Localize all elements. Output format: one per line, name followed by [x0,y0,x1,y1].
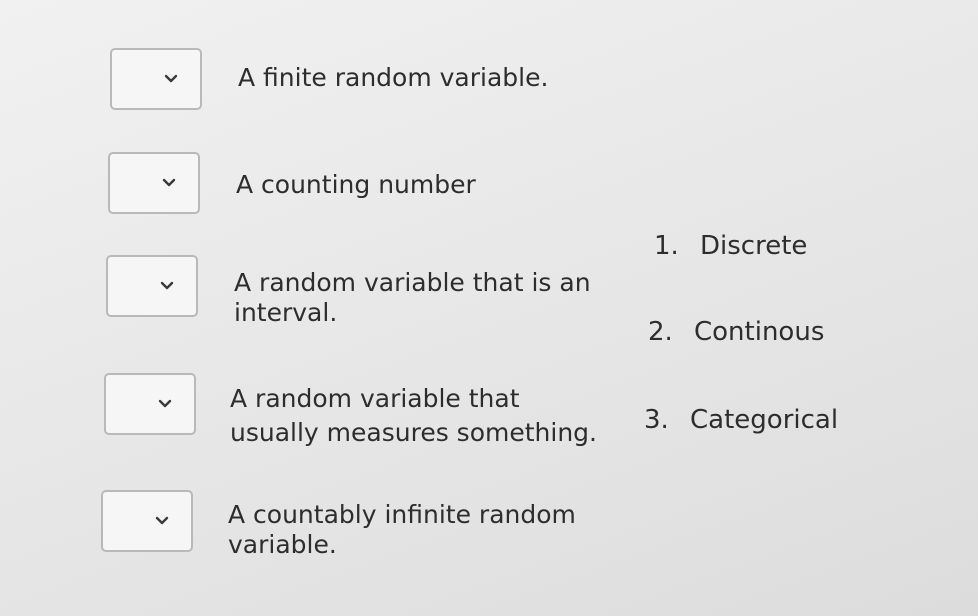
prompt-line: A random variable that is an [234,268,591,297]
prompt-line: interval. [234,298,338,327]
prompt-text-2: A counting number [236,170,476,200]
answer-dropdown-3[interactable] [106,255,198,317]
answer-number: 2. [648,317,673,347]
prompt-text-4: A random variable that usually measures … [230,384,597,448]
prompt-text-3: A random variable that is an interval. [234,268,591,328]
answer-number: 1. [654,231,679,261]
prompt-line: usually measures something. [230,418,597,447]
answer-number: 3. [644,405,669,435]
prompt-line: A random variable that [230,384,520,413]
answer-label: Continous [694,317,825,347]
chevron-down-icon [162,178,176,187]
answer-label: Categorical [690,405,839,435]
answer-label: Discrete [700,231,808,261]
answer-dropdown-5[interactable] [101,490,193,552]
chevron-down-icon [160,281,174,290]
chevron-down-icon [155,516,169,525]
prompt-line: A countably infinite random [228,500,576,529]
answer-dropdown-1[interactable] [110,48,202,110]
answer-choice-2: 2. Continous [648,316,824,348]
answer-choice-1: 1. Discrete [654,230,807,262]
prompt-text-5: A countably infinite random variable. [228,500,576,560]
prompt-text-1: A finite random variable. [238,63,548,93]
answer-dropdown-2[interactable] [108,152,200,214]
prompt-line: A counting number [236,170,476,199]
answer-dropdown-4[interactable] [104,373,196,435]
prompt-line: variable. [228,530,337,559]
prompt-line: A finite random variable. [238,63,549,92]
chevron-down-icon [158,399,172,408]
chevron-down-icon [164,74,178,83]
answer-choice-3: 3. Categorical [644,404,838,436]
